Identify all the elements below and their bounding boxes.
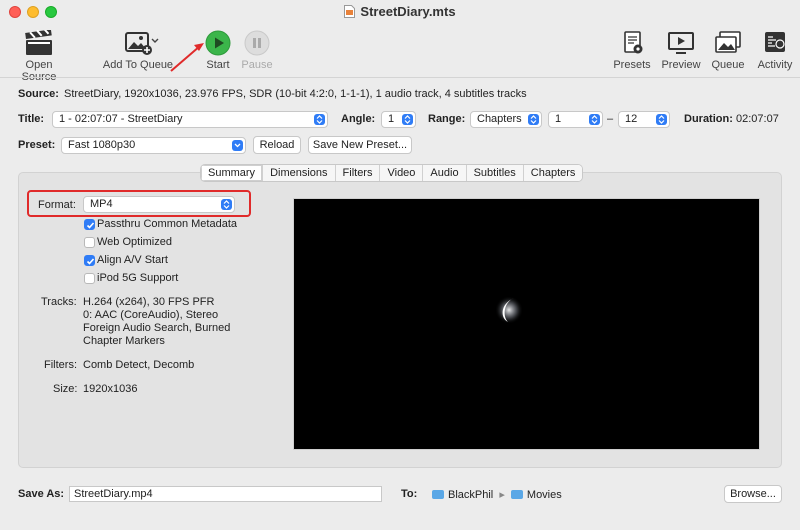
tracks-label: Tracks:: [41, 296, 77, 308]
format-label: Format:: [38, 199, 76, 211]
duration-value: 02:07:07: [736, 113, 779, 125]
window-title-text: StreetDiary.mts: [360, 4, 456, 19]
presets-button[interactable]: Presets: [611, 28, 653, 71]
range-label: Range:: [428, 113, 466, 125]
updown-chevron-icon: [402, 114, 413, 125]
pause-icon: [238, 28, 276, 58]
format-select-value: MP4: [90, 198, 113, 210]
path-segment: Movies: [526, 489, 562, 501]
handbrake-window: StreetDiary.mts Open Source Add To Queue…: [0, 0, 800, 530]
destination-path[interactable]: BlackPhil ▸ Movies: [432, 488, 562, 501]
tracks-line: 0: AAC (CoreAudio), Stereo: [83, 309, 219, 321]
tab-video[interactable]: Video: [380, 165, 424, 181]
angle-select[interactable]: 1: [381, 111, 416, 128]
range-type-select[interactable]: Chapters: [470, 111, 542, 128]
tab-filters[interactable]: Filters: [335, 165, 381, 181]
browse-button[interactable]: Browse...: [724, 485, 782, 503]
size-value: 1920x1036: [83, 383, 138, 395]
pause-label: Pause: [241, 59, 273, 71]
updown-chevron-icon: [589, 114, 600, 125]
pause-button[interactable]: Pause: [238, 28, 276, 71]
web-optimized-label: Web Optimized: [97, 236, 172, 248]
align-av-start-checkbox[interactable]: [84, 255, 95, 266]
updown-chevron-icon: [656, 114, 667, 125]
range-dash: –: [607, 113, 614, 125]
updown-chevron-icon: [528, 114, 539, 125]
web-optimized-checkbox[interactable]: [84, 237, 95, 248]
updown-chevron-icon: [314, 114, 325, 125]
presets-gear-icon: [611, 28, 653, 58]
format-select[interactable]: MP4: [83, 196, 235, 213]
activity-log-icon: [754, 28, 796, 58]
eclipse-moon-image: [495, 296, 523, 324]
activity-button[interactable]: Activity: [754, 28, 796, 71]
duration-label: Duration:: [684, 113, 733, 125]
preview-label: Preview: [661, 59, 701, 71]
tab-dimensions[interactable]: Dimensions: [263, 165, 336, 181]
queue-button[interactable]: Queue: [708, 28, 748, 71]
presets-label: Presets: [613, 59, 651, 71]
range-end-value: 12: [625, 113, 638, 125]
window-title: StreetDiary.mts: [0, 4, 800, 19]
source-info: StreetDiary, 1920x1036, 23.976 FPS, SDR …: [64, 88, 527, 100]
range-start-select[interactable]: 1: [548, 111, 603, 128]
save-as-field[interactable]: StreetDiary.mp4: [69, 486, 382, 502]
chevron-down-icon: [232, 140, 243, 151]
preview-image: [293, 198, 760, 450]
add-to-queue-button[interactable]: Add To Queue: [102, 28, 174, 71]
toolbar-divider: [0, 77, 800, 78]
filters-label: Filters:: [44, 359, 77, 371]
tab-chapters[interactable]: Chapters: [523, 165, 583, 181]
ipod-5g-checkbox[interactable]: [84, 273, 95, 284]
range-start-value: 1: [555, 113, 562, 125]
settings-tabs: Summary Dimensions Filters Video Audio S…: [200, 164, 584, 182]
tab-summary[interactable]: Summary: [201, 165, 264, 181]
range-type-value: Chapters: [477, 113, 522, 125]
open-source-label: Open Source: [21, 59, 57, 83]
activity-label: Activity: [757, 59, 793, 71]
tracks-line: Foreign Audio Search, Burned: [83, 322, 231, 334]
preset-label: Preset:: [18, 139, 56, 151]
passthru-metadata-label: Passthru Common Metadata: [97, 218, 238, 230]
align-av-start-label: Align A/V Start: [97, 254, 168, 266]
filters-value: Comb Detect, Decomb: [83, 359, 195, 371]
save-as-label: Save As:: [18, 488, 65, 500]
size-label: Size:: [53, 383, 78, 395]
passthru-metadata-checkbox[interactable]: [84, 219, 95, 230]
path-separator: ▸: [499, 489, 505, 501]
tracks-line: H.264 (x264), 30 FPS PFR: [83, 296, 215, 308]
queue-label: Queue: [711, 59, 745, 71]
to-label: To:: [401, 488, 418, 500]
angle-select-value: 1: [388, 113, 395, 125]
annotation-arrow-icon: [170, 43, 204, 72]
folder-icon: [510, 490, 523, 499]
title-select[interactable]: 1 - 02:07:07 - StreetDiary: [52, 111, 328, 128]
clapperboard-icon: [8, 28, 70, 58]
title-bar: StreetDiary.mts: [0, 0, 800, 22]
preset-select-value: Fast 1080p30: [68, 139, 136, 151]
range-end-select[interactable]: 12: [618, 111, 670, 128]
open-source-button[interactable]: Open Source: [8, 28, 70, 83]
ipod-5g-label: iPod 5G Support: [97, 272, 179, 284]
preview-button[interactable]: Preview: [659, 28, 703, 71]
monitor-play-icon: [659, 28, 703, 58]
updown-chevron-icon: [221, 199, 232, 210]
tracks-line: Chapter Markers: [83, 335, 165, 347]
reload-button[interactable]: Reload: [253, 136, 301, 154]
add-photo-icon: [102, 28, 174, 58]
path-segment: BlackPhil: [448, 489, 494, 501]
save-new-preset-button[interactable]: Save New Preset...: [308, 136, 412, 154]
document-icon: [344, 5, 356, 18]
title-select-value: 1 - 02:07:07 - StreetDiary: [59, 113, 183, 125]
angle-label: Angle:: [341, 113, 376, 125]
stacked-photos-icon: [708, 28, 748, 58]
folder-icon: [432, 490, 444, 499]
add-to-queue-label: Add To Queue: [102, 59, 174, 71]
preset-select[interactable]: Fast 1080p30: [61, 137, 246, 154]
source-label: Source:: [18, 88, 59, 100]
tab-audio[interactable]: Audio: [423, 165, 467, 181]
tab-subtitles[interactable]: Subtitles: [466, 165, 524, 181]
title-label: Title:: [18, 113, 45, 125]
